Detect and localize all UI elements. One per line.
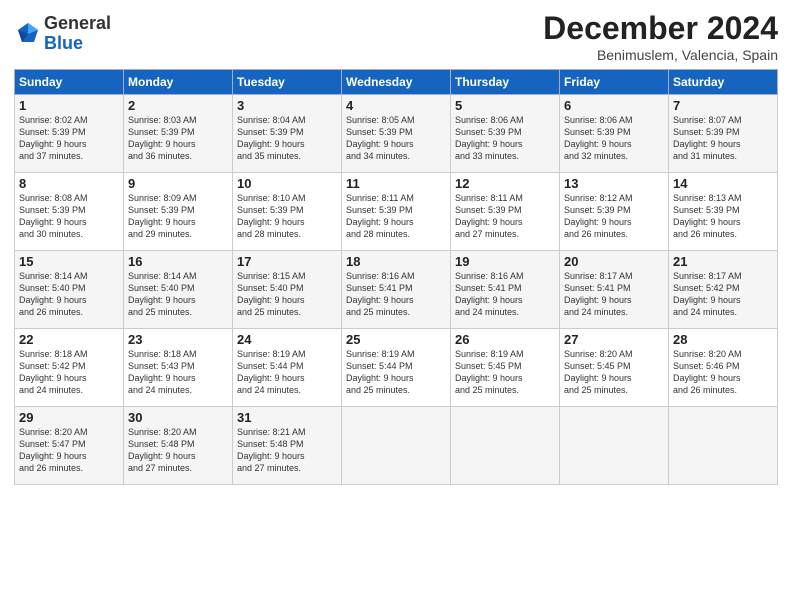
- calendar-cell: 16Sunrise: 8:14 AMSunset: 5:40 PMDayligh…: [124, 251, 233, 329]
- col-wednesday: Wednesday: [342, 70, 451, 95]
- calendar-cell: 21Sunrise: 8:17 AMSunset: 5:42 PMDayligh…: [669, 251, 778, 329]
- calendar-cell: 26Sunrise: 8:19 AMSunset: 5:45 PMDayligh…: [451, 329, 560, 407]
- calendar-week-2: 8Sunrise: 8:08 AMSunset: 5:39 PMDaylight…: [15, 173, 778, 251]
- col-friday: Friday: [560, 70, 669, 95]
- calendar-cell: 29Sunrise: 8:20 AMSunset: 5:47 PMDayligh…: [15, 407, 124, 485]
- header: General Blue December 2024 Benimuslem, V…: [14, 10, 778, 63]
- calendar-cell: 18Sunrise: 8:16 AMSunset: 5:41 PMDayligh…: [342, 251, 451, 329]
- calendar-cell: 4Sunrise: 8:05 AMSunset: 5:39 PMDaylight…: [342, 95, 451, 173]
- calendar-cell: 24Sunrise: 8:19 AMSunset: 5:44 PMDayligh…: [233, 329, 342, 407]
- calendar-header-row: Sunday Monday Tuesday Wednesday Thursday…: [15, 70, 778, 95]
- col-saturday: Saturday: [669, 70, 778, 95]
- calendar-cell: 2Sunrise: 8:03 AMSunset: 5:39 PMDaylight…: [124, 95, 233, 173]
- calendar-cell: [560, 407, 669, 485]
- logo: General Blue: [14, 14, 111, 54]
- calendar-week-4: 22Sunrise: 8:18 AMSunset: 5:42 PMDayligh…: [15, 329, 778, 407]
- calendar-cell: 17Sunrise: 8:15 AMSunset: 5:40 PMDayligh…: [233, 251, 342, 329]
- title-area: December 2024 Benimuslem, Valencia, Spai…: [543, 10, 778, 63]
- calendar-week-3: 15Sunrise: 8:14 AMSunset: 5:40 PMDayligh…: [15, 251, 778, 329]
- calendar-cell: 13Sunrise: 8:12 AMSunset: 5:39 PMDayligh…: [560, 173, 669, 251]
- calendar-cell: [669, 407, 778, 485]
- calendar-cell: 8Sunrise: 8:08 AMSunset: 5:39 PMDaylight…: [15, 173, 124, 251]
- calendar-table: Sunday Monday Tuesday Wednesday Thursday…: [14, 69, 778, 485]
- calendar-cell: 11Sunrise: 8:11 AMSunset: 5:39 PMDayligh…: [342, 173, 451, 251]
- calendar-cell: [342, 407, 451, 485]
- location: Benimuslem, Valencia, Spain: [543, 47, 778, 63]
- calendar-cell: 22Sunrise: 8:18 AMSunset: 5:42 PMDayligh…: [15, 329, 124, 407]
- logo-icon: [14, 20, 42, 48]
- calendar-week-1: 1Sunrise: 8:02 AMSunset: 5:39 PMDaylight…: [15, 95, 778, 173]
- col-monday: Monday: [124, 70, 233, 95]
- calendar-week-5: 29Sunrise: 8:20 AMSunset: 5:47 PMDayligh…: [15, 407, 778, 485]
- calendar-cell: 12Sunrise: 8:11 AMSunset: 5:39 PMDayligh…: [451, 173, 560, 251]
- calendar-cell: 9Sunrise: 8:09 AMSunset: 5:39 PMDaylight…: [124, 173, 233, 251]
- calendar-cell: 5Sunrise: 8:06 AMSunset: 5:39 PMDaylight…: [451, 95, 560, 173]
- calendar-cell: 6Sunrise: 8:06 AMSunset: 5:39 PMDaylight…: [560, 95, 669, 173]
- calendar-cell: 15Sunrise: 8:14 AMSunset: 5:40 PMDayligh…: [15, 251, 124, 329]
- calendar-cell: 14Sunrise: 8:13 AMSunset: 5:39 PMDayligh…: [669, 173, 778, 251]
- calendar-cell: 25Sunrise: 8:19 AMSunset: 5:44 PMDayligh…: [342, 329, 451, 407]
- calendar-cell: 27Sunrise: 8:20 AMSunset: 5:45 PMDayligh…: [560, 329, 669, 407]
- calendar-cell: 20Sunrise: 8:17 AMSunset: 5:41 PMDayligh…: [560, 251, 669, 329]
- calendar-cell: 7Sunrise: 8:07 AMSunset: 5:39 PMDaylight…: [669, 95, 778, 173]
- calendar-cell: 28Sunrise: 8:20 AMSunset: 5:46 PMDayligh…: [669, 329, 778, 407]
- calendar-cell: 23Sunrise: 8:18 AMSunset: 5:43 PMDayligh…: [124, 329, 233, 407]
- calendar-cell: 30Sunrise: 8:20 AMSunset: 5:48 PMDayligh…: [124, 407, 233, 485]
- calendar-cell: 10Sunrise: 8:10 AMSunset: 5:39 PMDayligh…: [233, 173, 342, 251]
- col-tuesday: Tuesday: [233, 70, 342, 95]
- calendar-cell: [451, 407, 560, 485]
- calendar-cell: 31Sunrise: 8:21 AMSunset: 5:48 PMDayligh…: [233, 407, 342, 485]
- calendar-cell: 1Sunrise: 8:02 AMSunset: 5:39 PMDaylight…: [15, 95, 124, 173]
- calendar-cell: 3Sunrise: 8:04 AMSunset: 5:39 PMDaylight…: [233, 95, 342, 173]
- calendar-cell: 19Sunrise: 8:16 AMSunset: 5:41 PMDayligh…: [451, 251, 560, 329]
- month-title: December 2024: [543, 10, 778, 47]
- col-thursday: Thursday: [451, 70, 560, 95]
- col-sunday: Sunday: [15, 70, 124, 95]
- logo-text: General Blue: [44, 14, 111, 54]
- page-container: General Blue December 2024 Benimuslem, V…: [0, 0, 792, 495]
